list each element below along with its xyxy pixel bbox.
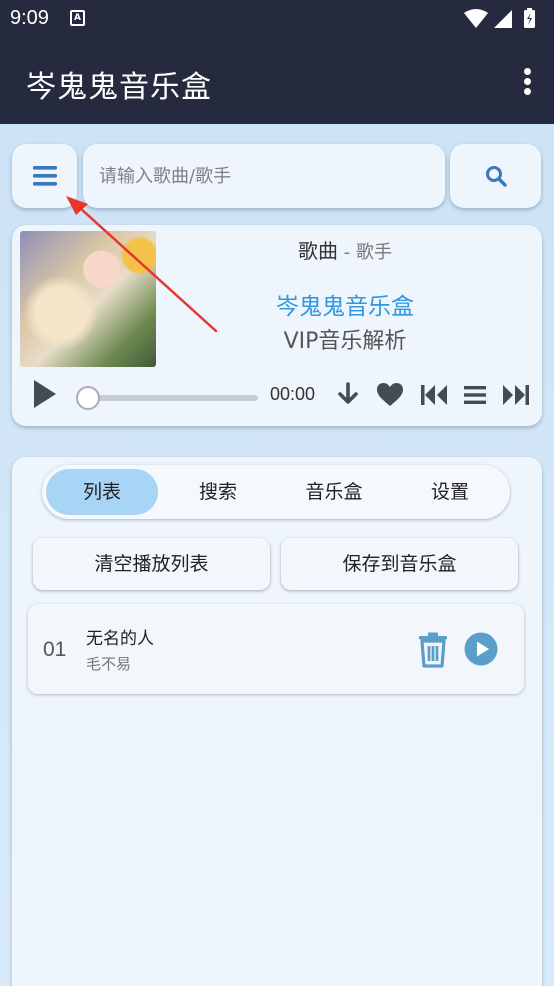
- brand-text: 岑鬼鬼音乐盒: [276, 294, 414, 320]
- song-info: 歌曲 - 歌手: [172, 235, 518, 264]
- progress-track[interactable]: [86, 395, 258, 401]
- playlist-icon[interactable]: [463, 385, 487, 405]
- album-cover: [20, 231, 156, 367]
- trash-icon[interactable]: [417, 632, 449, 668]
- download-icon[interactable]: [337, 382, 359, 406]
- play-circle-icon[interactable]: [464, 632, 498, 666]
- slogan-text: VIP音乐解析: [283, 329, 407, 354]
- song-title: 歌曲: [298, 239, 339, 263]
- status-bar: 9:09 A: [0, 0, 554, 38]
- main-content: 歌曲 - 歌手 岑鬼鬼音乐盒 VIP音乐解析 00:00: [0, 124, 554, 986]
- tab-search[interactable]: 搜索: [162, 469, 274, 515]
- status-time: 9:09: [10, 7, 49, 29]
- app-bar: 岑鬼鬼音乐盒: [0, 38, 554, 124]
- sim-icon: A: [70, 10, 85, 26]
- previous-icon[interactable]: [420, 384, 448, 406]
- menu-button[interactable]: [12, 144, 77, 208]
- playlist-row[interactable]: 01 无名的人 毛不易: [28, 604, 524, 694]
- playback-time: 00:00: [270, 384, 316, 404]
- status-icons: [462, 7, 544, 35]
- more-options-icon[interactable]: [524, 68, 532, 98]
- tab-bar: 列表 搜索 音乐盒 设置: [42, 465, 510, 519]
- tab-list[interactable]: 列表: [46, 469, 158, 515]
- progress-handle[interactable]: [76, 386, 100, 410]
- track-artist: 毛不易: [86, 655, 132, 673]
- clear-playlist-button[interactable]: 清空播放列表: [33, 538, 270, 590]
- hamburger-icon: [32, 166, 57, 186]
- search-field[interactable]: [83, 144, 445, 208]
- search-icon: [485, 166, 507, 187]
- tab-settings[interactable]: 设置: [394, 469, 506, 515]
- tab-music-box[interactable]: 音乐盒: [278, 469, 390, 515]
- track-number: 01: [43, 638, 67, 661]
- play-icon[interactable]: [32, 378, 58, 410]
- player-card: 歌曲 - 歌手 岑鬼鬼音乐盒 VIP音乐解析 00:00: [12, 225, 542, 426]
- app-title: 岑鬼鬼音乐盒: [26, 70, 212, 105]
- search-input[interactable]: [83, 144, 445, 208]
- heart-icon[interactable]: [376, 382, 404, 408]
- song-artist: 歌手: [355, 242, 392, 263]
- playlist-panel: 列表 搜索 音乐盒 设置 清空播放列表 保存到音乐盒 01 无名的人 毛不易: [12, 457, 542, 986]
- save-to-music-box-button[interactable]: 保存到音乐盒: [281, 538, 518, 590]
- next-icon[interactable]: [502, 384, 530, 406]
- search-button[interactable]: [450, 144, 541, 208]
- track-title: 无名的人: [86, 629, 154, 649]
- wifi-icon: [464, 9, 488, 28]
- signal-icon: [494, 10, 512, 28]
- battery-icon: [524, 8, 535, 28]
- song-separator: -: [338, 242, 356, 263]
